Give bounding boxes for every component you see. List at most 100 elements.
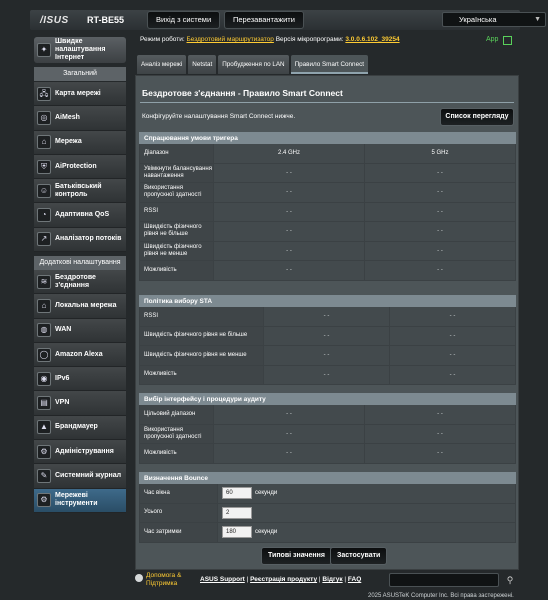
aimesh-icon: ◎	[37, 110, 51, 125]
vpn-icon: ▤	[37, 396, 51, 411]
footer-links: ASUS Support | Реєстрація продукту | Від…	[200, 576, 361, 583]
quick-setup-label: Швидке налаштування Інтернет	[55, 38, 106, 61]
tab-2[interactable]: Пробудження по LAN	[218, 55, 289, 74]
bounce-value-input[interactable]: 180	[222, 526, 252, 539]
footer-link[interactable]: ASUS Support	[200, 576, 245, 583]
bounce-header: Визначення Bounce	[138, 472, 517, 484]
sidebar-item-firewall[interactable]: ▲ Брандмауер	[34, 415, 126, 441]
sidebar-item-ipv6[interactable]: ◉ IPv6	[34, 367, 126, 392]
row-value: - -	[213, 423, 365, 444]
logout-button[interactable]: Вихід з системи	[147, 11, 221, 29]
table-row: Можливість - -- -	[139, 364, 516, 385]
ipv6-icon: ◉	[37, 371, 51, 386]
sidebar-item-system-log[interactable]: ✎ Системний журнал	[34, 464, 126, 489]
table-row: RSSI - -- -	[139, 201, 516, 222]
row-value: - -	[263, 364, 390, 385]
parental-control-icon: ☺	[37, 183, 51, 198]
sidebar-item-lan[interactable]: ⌂ Локальна мережа	[34, 294, 126, 319]
defaults-button[interactable]: Типові значення	[261, 547, 332, 565]
sidebar-item-label: WAN	[55, 326, 72, 334]
row-label: Швидкість фізичного рівня не менше	[139, 345, 264, 366]
footer-link[interactable]: Реєстрація продукту	[250, 576, 317, 583]
language-select[interactable]: Українська ▼	[442, 12, 546, 27]
general-section-header: Загальний	[34, 67, 126, 81]
sidebar-item-aimesh[interactable]: ◎ AiMesh	[34, 106, 126, 131]
row-label: Усього	[139, 502, 218, 523]
app-qr-icon[interactable]	[503, 36, 512, 45]
sidebar-item-network-tools[interactable]: ⚙ Мережеві інструменти	[34, 488, 126, 513]
sidebar-item-qos[interactable]: ◔ Адаптивна QoS	[34, 203, 126, 228]
footer-search-input[interactable]	[389, 573, 499, 587]
footer-link[interactable]: Відгук	[322, 576, 342, 583]
sidebar-item-parental-control[interactable]: ☺ Батьківський контроль	[34, 179, 126, 204]
network-icon: ⌂	[37, 135, 51, 150]
sidebar-item-label: AiMesh	[55, 113, 80, 121]
sidebar-item-admin[interactable]: ⚙ Адміністрування	[34, 440, 126, 465]
row-value: - -	[263, 306, 390, 327]
bounce-table: Визначення Bounce Час вікна 60 секунди Усьо…	[138, 472, 517, 543]
tab-1[interactable]: Netstat	[188, 55, 217, 74]
row-value: - -	[364, 240, 516, 261]
apply-button[interactable]: Застосувати	[330, 547, 388, 565]
alexa-icon: ◯	[37, 347, 51, 362]
table-row: Можливість - -- -	[139, 260, 516, 281]
app-label[interactable]: App	[486, 36, 498, 43]
row-value: - -	[364, 221, 516, 242]
sidebar-item-alexa[interactable]: ◯ Amazon Alexa	[34, 342, 126, 368]
sidebar-item-wireless[interactable]: ≋ Бездротове з'єднання	[34, 270, 126, 295]
router-model: RT-BE55	[87, 15, 125, 25]
sidebar-item-wan[interactable]: ◍ WAN	[34, 318, 126, 343]
row-value: - -	[213, 443, 365, 464]
sidebar-item-vpn[interactable]: ▤ VPN	[34, 391, 126, 416]
row-value: - -	[213, 404, 365, 425]
mode-link[interactable]: Бездротовий маршрутизатор	[187, 36, 274, 43]
row-label: Можливість	[139, 260, 214, 281]
language-value: Українська	[459, 15, 497, 24]
table-row: Швидкість фізичного рівня не менше - -- -	[139, 240, 516, 261]
row-label: RSSI	[139, 306, 264, 327]
bounce-value-input[interactable]: 2	[222, 506, 252, 519]
qos-icon: ◔	[37, 208, 51, 223]
help-support-link[interactable]: Допомога & Підтримка	[146, 572, 196, 588]
tab-3[interactable]: Правило Smart Connect	[290, 55, 368, 74]
sidebar-item-network-map[interactable]: 🖧 Карта мережі	[34, 82, 126, 107]
row-value: - -	[213, 240, 365, 261]
sidebar-item-shield[interactable]: ⛨ AiProtection	[34, 154, 126, 180]
trigger-condition-table: Спрацювання умови тригера Діапазон 2.4 G…	[139, 132, 516, 281]
copyright-text: 2025 ASUSTeK Computer Inc. Всі права зас…	[368, 593, 514, 599]
band-24-header: 2.4 GHz	[213, 143, 365, 164]
footer-link[interactable]: FAQ	[348, 576, 361, 583]
table-row: RSSI - -- -	[139, 306, 516, 327]
quick-setup-button[interactable]: ✦ Швидке налаштування Інтернет	[34, 37, 126, 63]
search-icon[interactable]: ⚲	[503, 573, 517, 587]
sidebar-item-label: Локальна мережа	[55, 301, 117, 309]
sidebar-item-label: Адаптивна QoS	[55, 211, 110, 219]
view-list-button[interactable]: Список перегляду	[440, 108, 514, 126]
table-row: Час затримки 180 секунди	[139, 522, 517, 543]
audit-header: Вибір інтерфейсу і процедури аудиту	[139, 393, 516, 405]
band-5-header: 5 GHz	[364, 143, 516, 164]
reboot-button[interactable]: Перезавантажити	[224, 11, 304, 29]
help-icon	[135, 574, 143, 582]
sidebar-item-traffic-analyzer[interactable]: ↗ Аналізатор потоків	[34, 227, 126, 253]
sidebar-item-label: Бездротове з'єднання	[55, 273, 96, 289]
row-label: Цільовий діапазон	[139, 404, 214, 425]
system-log-icon: ✎	[37, 469, 51, 484]
bounce-value-input[interactable]: 60	[222, 487, 252, 500]
audit-interface-table: Вибір інтерфейсу і процедури аудиту Ціль…	[139, 393, 516, 464]
tab-bar: Аналіз мережі Netstat Пробудження по LAN Пр…	[137, 55, 370, 74]
row-label: Швидкість фізичного рівня не менше	[139, 240, 214, 261]
row-value: - -	[364, 404, 516, 425]
unit-label: секунди	[255, 529, 278, 536]
sidebar-item-network[interactable]: ⌂ Мережа	[34, 130, 126, 155]
sidebar-item-label: Карта мережі	[55, 89, 101, 97]
lan-icon: ⌂	[37, 298, 51, 313]
row-label: Увімкнути балансування навантаження	[139, 162, 214, 183]
row-value: - -	[213, 182, 365, 203]
firmware-link[interactable]: 3.0.0.6.102_39254	[345, 36, 399, 43]
row-value: - -	[213, 260, 365, 281]
unit-label: секунди	[255, 490, 278, 497]
row-label: Час вікна	[139, 483, 218, 504]
tab-0[interactable]: Аналіз мережі	[137, 55, 187, 74]
row-label: Використання пропускної здатності	[139, 182, 214, 203]
